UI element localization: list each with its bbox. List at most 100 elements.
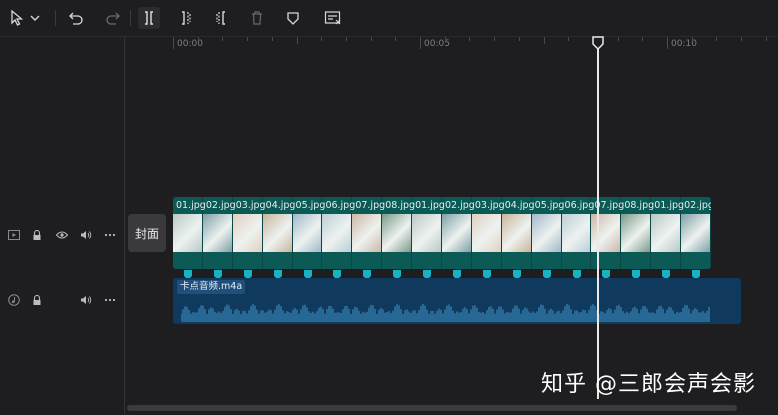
undo-icon[interactable] [65, 7, 87, 29]
video-clip[interactable]: 07.jpg [352, 197, 385, 269]
video-clip[interactable]: 01.jpg [651, 197, 685, 269]
clip-thumbnail [412, 214, 441, 252]
cover-button[interactable]: 封面 [128, 214, 166, 252]
ruler-minor-tick [518, 37, 520, 41]
ruler-minor-tick [271, 37, 273, 41]
clip-thumbnail [202, 214, 232, 252]
ruler-tick-label: 00:10 [671, 39, 697, 49]
clip-thumbnail [621, 214, 651, 252]
audio-track[interactable]: 卡点音频.m4a [173, 278, 741, 324]
clip-thumbnail [173, 214, 202, 252]
delete-icon[interactable] [246, 7, 268, 29]
split-icon[interactable] [138, 7, 160, 29]
chevron-down-icon[interactable] [27, 7, 43, 29]
clip-thumbnail [292, 214, 322, 252]
clip-label: 05.jpg [534, 200, 565, 211]
clip-label: 05.jpg [295, 200, 326, 211]
clip-label: 04.jpg [265, 200, 296, 211]
horizontal-scrollbar[interactable] [125, 404, 778, 412]
lock-icon[interactable] [30, 228, 44, 242]
video-clip[interactable]: 03.jpg [471, 197, 505, 269]
playhead[interactable] [597, 37, 599, 399]
video-clip[interactable]: 03.jpg [232, 197, 266, 269]
clip-label: 06.jpg [564, 200, 595, 211]
ruler-minor-tick [741, 37, 743, 41]
ruler-minor-tick [568, 37, 570, 41]
clip-thumbnail [651, 214, 681, 252]
clip-thumbnail [501, 214, 531, 252]
video-clip[interactable]: 06.jpg [561, 197, 595, 269]
clip-thumbnail [442, 214, 471, 252]
eye-icon[interactable] [55, 228, 69, 242]
ruler-minor-tick [691, 37, 693, 41]
clip-label: 03.jpg [474, 200, 505, 211]
playhead-handle[interactable] [591, 36, 605, 50]
video-clip[interactable]: 06.jpg [322, 197, 356, 269]
clip-label: 06.jpg [325, 200, 356, 211]
audio-waveform [181, 304, 710, 322]
video-clip[interactable]: 08.jpg [382, 197, 416, 269]
clip-thumbnail [471, 214, 501, 252]
toolbar [0, 0, 778, 37]
volume-icon[interactable] [79, 293, 93, 307]
video-clip[interactable]: 02.jpg [442, 197, 475, 269]
video-clip[interactable]: 01.jpg [173, 197, 206, 269]
clip-label: 08.jpg [624, 200, 655, 211]
scrollbar-thumb[interactable] [127, 405, 737, 411]
clip-label: 02.jpg [205, 200, 236, 211]
ruler-minor-tick [543, 37, 545, 44]
more-options-icon[interactable] [103, 228, 117, 242]
video-clip[interactable]: 04.jpg [262, 197, 296, 269]
ruler-minor-tick [444, 37, 446, 41]
lock-icon[interactable] [30, 293, 44, 307]
ruler-major-tick [173, 37, 174, 49]
video-track[interactable]: 01.jpg 02.jpg 03.jpg 04.jpg 05.jpg 06.jpg 07.j… [173, 197, 711, 269]
video-clip[interactable]: 05.jpg [292, 197, 326, 269]
clip-thumbnail [681, 214, 710, 252]
freeze-shield-icon[interactable] [282, 7, 304, 29]
video-clip[interactable]: 02.jpg [202, 197, 236, 269]
clip-thumbnail [561, 214, 591, 252]
clip-thumbnail [262, 214, 292, 252]
track-header-column [0, 37, 125, 415]
clip-thumbnail [322, 214, 352, 252]
ruler-minor-tick [617, 37, 619, 41]
ruler-major-tick [667, 37, 668, 49]
ruler-minor-tick [395, 37, 397, 41]
clip-thumbnail [531, 214, 561, 252]
ruler-minor-tick [296, 37, 298, 44]
ruler-minor-tick [222, 37, 224, 41]
clip-label: 02.jpg [684, 200, 711, 211]
ruler-major-tick [420, 37, 421, 49]
more-options-icon[interactable] [103, 293, 117, 307]
toolbar-divider [55, 10, 56, 26]
clip-label: 01.jpg [415, 200, 445, 211]
cursor-select-icon[interactable] [6, 7, 28, 29]
video-clip[interactable]: 02.jpg [681, 197, 711, 269]
clip-label: 01.jpg [176, 200, 206, 211]
time-ruler[interactable]: 00:00 00:05 00:10 [125, 37, 778, 59]
ruler-minor-tick [642, 37, 644, 41]
redo-icon[interactable] [102, 7, 124, 29]
split-right-icon[interactable] [210, 7, 232, 29]
clip-thumbnail [232, 214, 262, 252]
clip-label: 08.jpg [385, 200, 416, 211]
video-clip[interactable]: 08.jpg [621, 197, 655, 269]
watermark: 知乎 @三郎会声会影 [541, 372, 756, 397]
video-clip[interactable]: 05.jpg [531, 197, 565, 269]
volume-icon[interactable] [79, 228, 93, 242]
audio-clip-label: 卡点音频.m4a [177, 280, 246, 294]
ruler-minor-tick [716, 37, 718, 41]
video-clip[interactable]: 01.jpg [412, 197, 445, 269]
clip-thumbnail [591, 214, 621, 252]
video-clip[interactable]: 07.jpg [591, 197, 624, 269]
ruler-minor-tick [247, 37, 249, 41]
split-left-icon[interactable] [175, 7, 197, 29]
ruler-minor-tick [197, 37, 199, 41]
toolbar-divider [130, 10, 131, 26]
clip-label: 02.jpg [445, 200, 475, 211]
video-clip[interactable]: 04.jpg [501, 197, 535, 269]
ruler-minor-tick [469, 37, 471, 41]
edit-caption-icon[interactable] [322, 7, 344, 29]
clip-label: 01.jpg [654, 200, 685, 211]
